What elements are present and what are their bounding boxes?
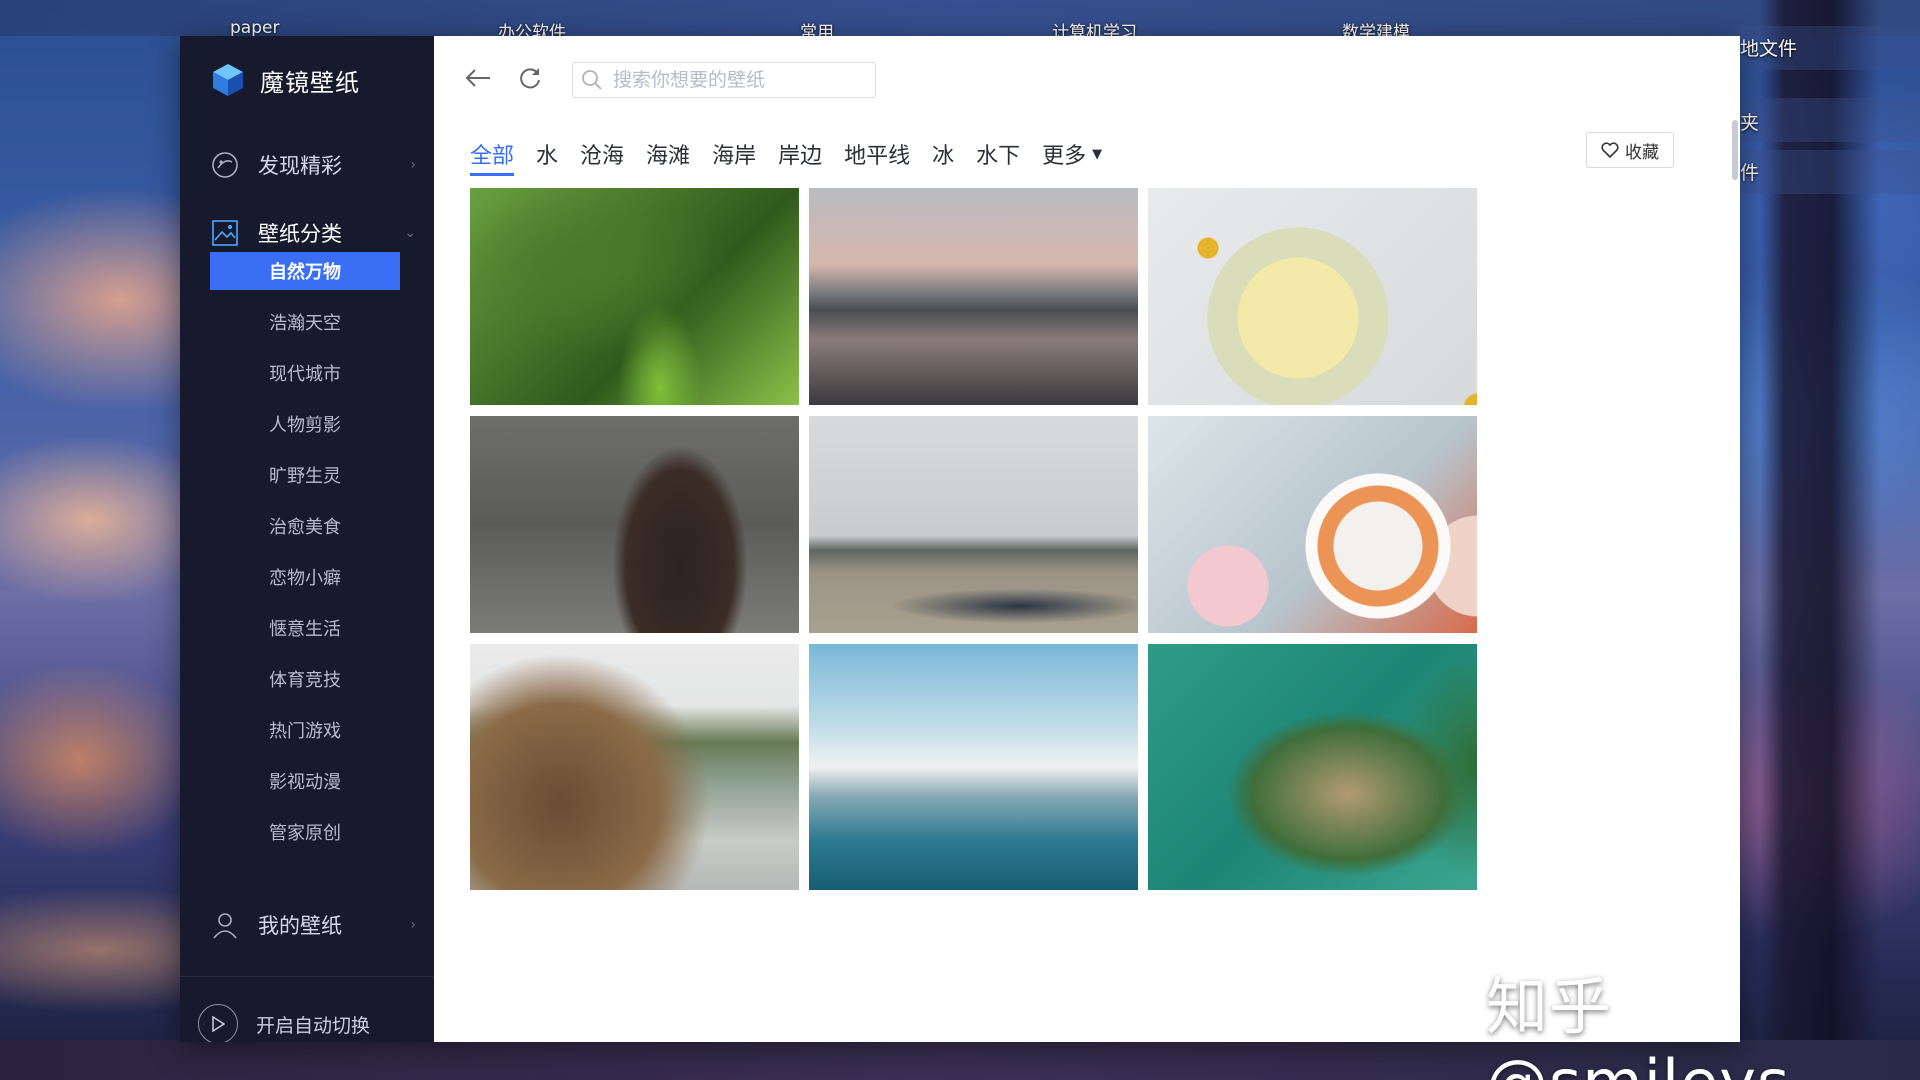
arrow-left-icon	[465, 69, 490, 87]
desktop-label-right-1[interactable]: 地文件	[1740, 34, 1797, 61]
tab-5[interactable]: 岸边	[778, 132, 822, 176]
tab-label: 沧海	[580, 144, 625, 169]
nav-category[interactable]: 壁纸分类 ⌄	[210, 212, 420, 254]
wallpaper-thumbnail-woman-dress-water[interactable]	[470, 416, 799, 633]
tab-label: 岸边	[778, 144, 823, 169]
refresh-icon	[520, 68, 540, 89]
tab-7[interactable]: 冰	[932, 132, 954, 176]
back-button[interactable]	[462, 62, 494, 94]
nav-category-label: 壁纸分类	[258, 222, 342, 246]
sidebar-category-item[interactable]: 人物剪影	[210, 405, 400, 443]
tab-9[interactable]: 更多 ▼	[1042, 132, 1102, 176]
tab-label: 地平线	[844, 144, 911, 169]
play-icon	[198, 1004, 238, 1042]
wallpaper-thumbnail-sunset-mountain-lake[interactable]	[809, 188, 1138, 405]
tab-6[interactable]: 地平线	[844, 132, 910, 176]
brand-name: 魔镜壁纸	[260, 68, 360, 97]
nav-discover[interactable]: 发现精彩 ›	[210, 144, 420, 186]
tab-4[interactable]: 海岸	[712, 132, 756, 176]
main-panel: 全部水沧海海滩海岸岸边地平线冰水下更多 ▼ 收藏	[434, 36, 1740, 1042]
cube-logo-icon	[213, 64, 243, 96]
app-window: 魔镜壁纸 发现精彩 › 壁纸分类 ⌄ 自然万物浩瀚天空现代城市人物剪影旷野生灵治…	[180, 36, 1740, 1042]
chevron-right-icon: ›	[410, 157, 416, 173]
wallpaper-thumbnail-river-cargo-ship[interactable]	[809, 416, 1138, 633]
favorite-label: 收藏	[1625, 142, 1659, 163]
sidebar-category-item[interactable]: 自然万物	[210, 252, 400, 290]
tab-1[interactable]: 水	[536, 132, 558, 176]
heart-icon	[1601, 142, 1619, 158]
sidebar-category-item[interactable]: 体育竞技	[210, 660, 400, 698]
sidebar-category-item[interactable]: 现代城市	[210, 354, 400, 392]
sidebar-category-item[interactable]: 影视动漫	[210, 762, 400, 800]
sidebar-divider	[180, 976, 434, 977]
chevron-right-icon: ›	[410, 917, 416, 933]
category-icon	[212, 220, 238, 246]
brand: 魔镜壁纸	[210, 60, 360, 100]
tab-label: 水下	[976, 144, 1021, 169]
nav-discover-label: 发现精彩	[258, 154, 342, 178]
tab-label: 海岸	[712, 144, 757, 169]
wallpaper-thumbnail-tea-tulips-macarons[interactable]	[1148, 416, 1477, 633]
refresh-button[interactable]	[514, 62, 546, 94]
tab-8[interactable]: 水下	[976, 132, 1020, 176]
auto-switch-label: 开启自动切换	[256, 1014, 371, 1037]
wallpaper-thumbnail-marina-sailboats[interactable]	[809, 644, 1138, 890]
desktop-label-paper[interactable]: paper	[230, 18, 279, 38]
sidebar: 魔镜壁纸 发现精彩 › 壁纸分类 ⌄ 自然万物浩瀚天空现代城市人物剪影旷野生灵治…	[180, 36, 434, 1042]
category-tabs: 全部水沧海 海滩 海岸 岸边 地平线冰水下 更多 ▼	[470, 132, 1124, 176]
desktop-label-right-3[interactable]: 件	[1740, 158, 1759, 185]
discover-icon	[212, 152, 238, 178]
sidebar-category-item[interactable]: 惬意生活	[210, 609, 400, 647]
wallpaper-thumbnail-sea-cliff-coast[interactable]	[470, 644, 799, 890]
tab-label: 海滩	[646, 144, 691, 169]
wallpaper-thumbnail-aerial-green-peninsula[interactable]	[1148, 644, 1477, 890]
tab-3[interactable]: 海滩	[646, 132, 690, 176]
favorite-button[interactable]: 收藏	[1586, 132, 1674, 168]
tab-label: 全部	[470, 144, 515, 169]
nav-my-wallpapers-label: 我的壁纸	[258, 914, 342, 938]
tab-2[interactable]: 沧海	[580, 132, 624, 176]
wallpaper-thumbnail-lemon-mint-drink[interactable]	[1148, 188, 1477, 405]
nav-my-wallpapers[interactable]: 我的壁纸 ›	[210, 904, 420, 946]
watermark: 知乎 @smileys	[1486, 970, 1789, 1080]
chevron-down-icon: ⌄	[404, 225, 416, 241]
desktop-right-row	[1736, 150, 1920, 194]
sidebar-category-item[interactable]: 旷野生灵	[210, 456, 400, 494]
desktop-label-right-2[interactable]: 夹	[1740, 108, 1759, 135]
sidebar-category-item[interactable]: 管家原创	[210, 813, 400, 851]
sidebar-category-item[interactable]: 恋物小癖	[210, 558, 400, 596]
scrollbar[interactable]	[1732, 120, 1738, 180]
tab-0[interactable]: 全部	[470, 132, 515, 176]
user-icon	[213, 913, 237, 939]
auto-switch-button[interactable]: 开启自动切换	[198, 1002, 370, 1042]
search-box[interactable]	[572, 62, 876, 98]
tab-label: 更多	[1042, 144, 1087, 169]
tab-label: 冰	[932, 144, 955, 169]
wallpaper-thumbnail-dragonfly-on-leaf[interactable]	[470, 188, 799, 405]
caret-down-icon: ▼	[1092, 146, 1103, 162]
desktop-icon-strip	[0, 0, 1920, 36]
tab-label: 水	[536, 144, 559, 169]
search-input[interactable]	[611, 68, 865, 92]
sidebar-category-item[interactable]: 热门游戏	[210, 711, 400, 749]
search-icon	[582, 70, 602, 90]
sidebar-category-item[interactable]: 浩瀚天空	[210, 303, 400, 341]
desktop-right-row	[1736, 98, 1920, 142]
sidebar-category-item[interactable]: 治愈美食	[210, 507, 400, 545]
